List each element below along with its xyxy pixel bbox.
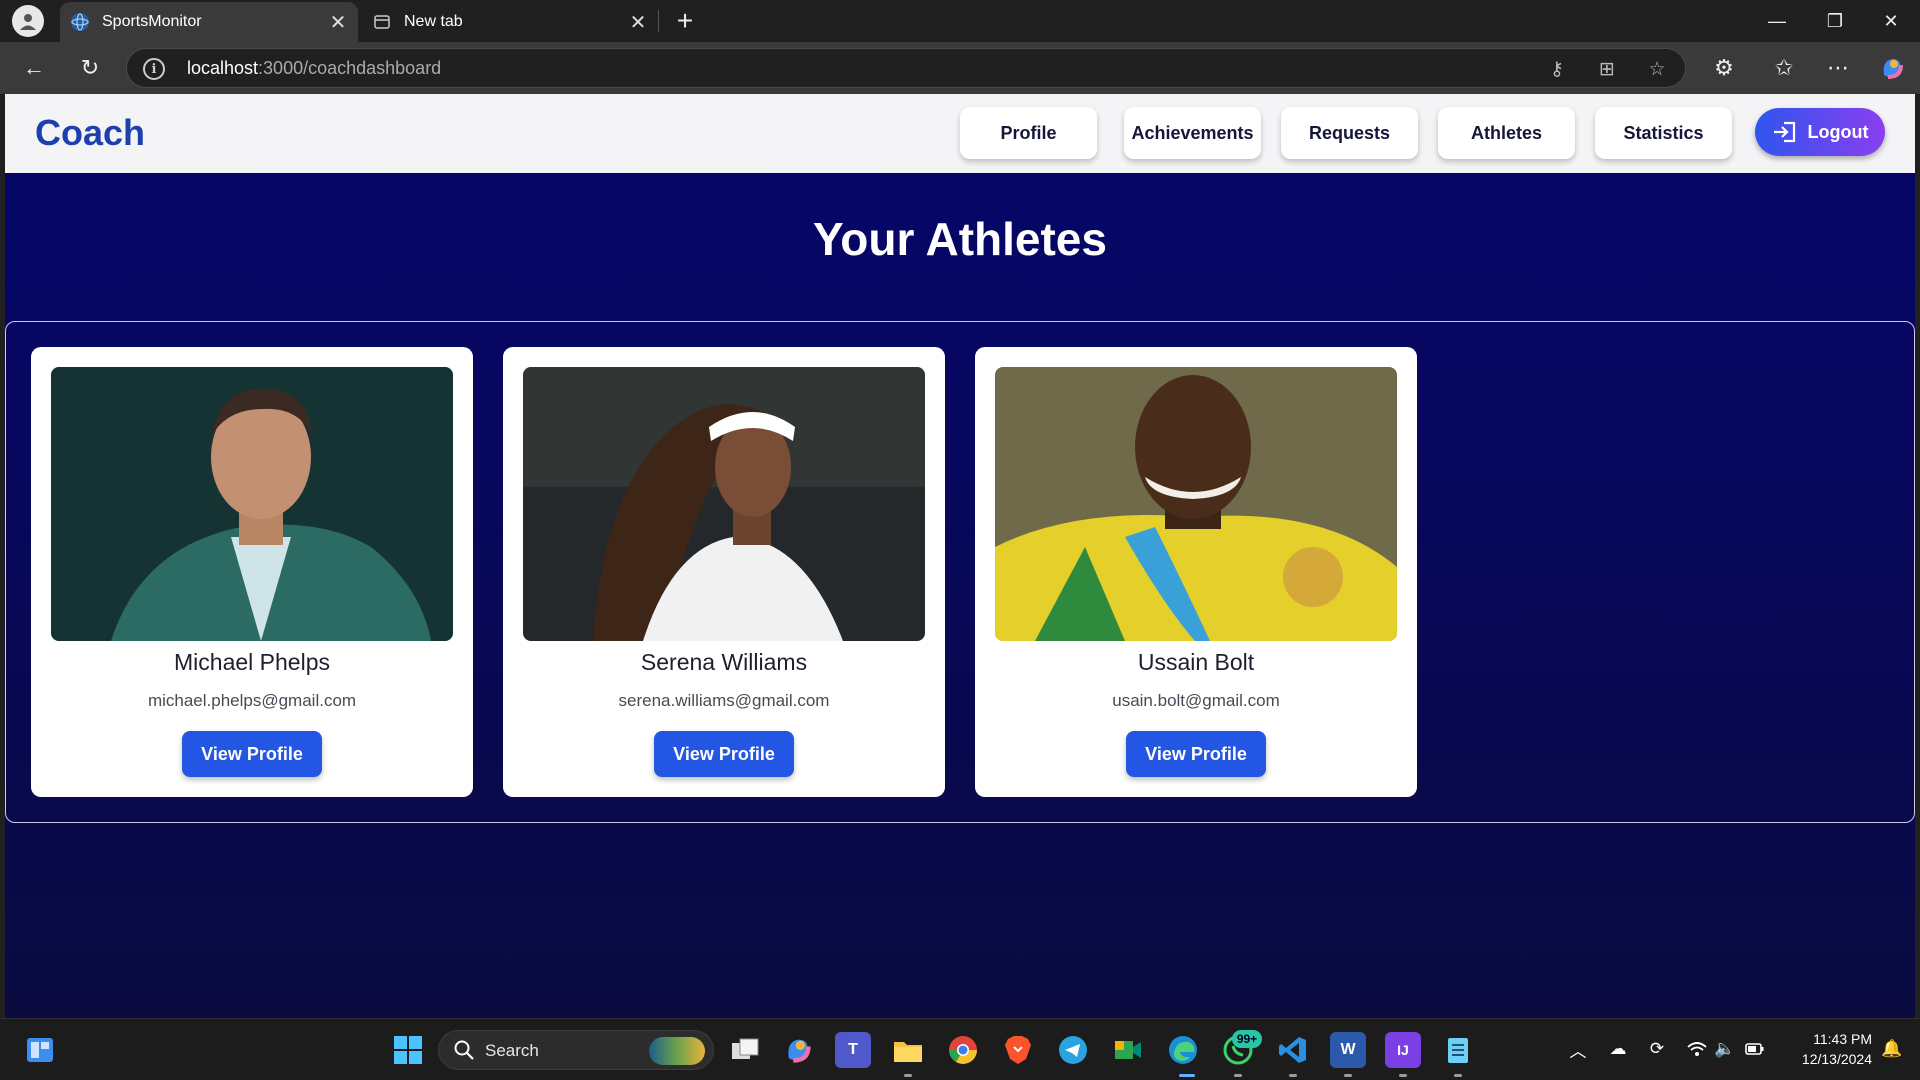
view-profile-button[interactable]: View Profile (182, 731, 322, 777)
athlete-email: usain.bolt@gmail.com (1112, 691, 1280, 710)
app-navbar: Coach Profile Achievements Requests Athl… (5, 94, 1915, 173)
athlete-email: michael.phelps@gmail.com (147, 691, 357, 710)
show-hidden-icons-chevron-icon[interactable]: ︿ (1566, 1037, 1590, 1061)
restore-icon[interactable]: ❐ (1806, 0, 1864, 42)
nav-achievements-button[interactable]: Achievements (1124, 107, 1261, 159)
athlete-name: Serena Williams (640, 649, 808, 675)
search-label: Search (485, 1041, 539, 1060)
start-windows-icon[interactable] (390, 1032, 426, 1068)
url-path: :3000/coachdashboard (258, 58, 442, 78)
notifications-bell-icon[interactable]: 🔔 (1880, 1037, 1904, 1061)
edge-icon[interactable] (1165, 1032, 1201, 1068)
sync-icon[interactable]: ⟳ (1645, 1037, 1669, 1061)
wifi-icon[interactable] (1685, 1037, 1709, 1061)
word-icon[interactable]: W (1330, 1032, 1366, 1068)
app-available-icon[interactable]: ⊞ (1593, 55, 1621, 83)
athlete-name: Ussain Bolt (1137, 649, 1255, 675)
nav-statistics-button[interactable]: Statistics (1595, 107, 1732, 159)
chrome-icon[interactable] (945, 1032, 981, 1068)
tab-new-tab[interactable]: New tab ✕ (362, 2, 658, 42)
favorite-star-icon[interactable]: ☆ (1643, 55, 1671, 83)
view-profile-button[interactable]: View Profile (654, 731, 794, 777)
athlete-photo (523, 367, 925, 641)
brand-logo[interactable]: Coach (35, 112, 145, 154)
react-favicon-icon (70, 12, 90, 32)
back-arrow-icon[interactable]: ← (16, 50, 52, 86)
battery-icon[interactable] (1743, 1037, 1767, 1061)
tab-separator (658, 10, 659, 32)
browser-toolbar: ← ↻ i localhost:3000/coachdashboard ⚷ ⊞ … (0, 42, 1920, 94)
new-tab-favicon-icon (372, 12, 392, 32)
coach-dashboard-page: Coach Profile Achievements Requests Athl… (5, 94, 1915, 1018)
tab-title: SportsMonitor (102, 13, 202, 30)
teams-icon[interactable]: T (835, 1032, 871, 1068)
extensions-icon[interactable]: ⚙ (1706, 50, 1742, 86)
browser-profile-icon[interactable] (12, 5, 44, 37)
password-key-icon[interactable]: ⚷ (1543, 55, 1571, 83)
running-indicator (1179, 1074, 1195, 1077)
athlete-email: serena.williams@gmail.com (618, 691, 830, 710)
athlete-photo (51, 367, 453, 641)
vscode-icon[interactable] (1275, 1032, 1311, 1068)
logout-label: Logout (1807, 121, 1869, 142)
athlete-photo (995, 367, 1397, 641)
view-profile-button[interactable]: View Profile (1126, 731, 1266, 777)
widgets-icon[interactable] (22, 1032, 58, 1068)
logout-button[interactable]: Logout (1755, 108, 1885, 156)
nav-requests-button[interactable]: Requests (1281, 107, 1418, 159)
copilot-taskbar-icon[interactable] (780, 1032, 816, 1068)
onedrive-icon[interactable]: ☁ (1606, 1037, 1630, 1061)
meet-icon[interactable] (1110, 1032, 1146, 1068)
whatsapp-badge: 99+ (1232, 1030, 1262, 1048)
telegram-icon[interactable] (1055, 1032, 1091, 1068)
more-menu-icon[interactable]: ⋯ (1820, 50, 1856, 86)
athlete-card: Michael Phelps michael.phelps@gmail.com … (31, 347, 473, 797)
tab-title: New tab (404, 13, 463, 30)
reload-icon[interactable]: ↻ (72, 50, 108, 86)
favorites-icon[interactable]: ✩ (1766, 50, 1802, 86)
search-icon (454, 1040, 474, 1060)
url-text[interactable]: localhost:3000/coachdashboard (187, 58, 441, 79)
logout-icon (1773, 121, 1795, 143)
browser-titlebar: SportsMonitor ✕ New tab ✕ + — ❐ ✕ (0, 0, 1920, 42)
clock-time: 11:43 PM (1813, 1031, 1872, 1047)
running-indicator (904, 1074, 912, 1077)
taskbar-search-input[interactable]: Search (438, 1030, 714, 1070)
tab-sportsmonitor[interactable]: SportsMonitor ✕ (60, 2, 358, 42)
running-indicator (1344, 1074, 1352, 1077)
running-indicator (1289, 1074, 1297, 1077)
notepad-icon[interactable] (1440, 1032, 1476, 1068)
file-explorer-icon[interactable] (890, 1032, 926, 1068)
minimize-icon[interactable]: — (1748, 0, 1806, 42)
athlete-name: Michael Phelps (174, 649, 330, 675)
url-host: localhost (187, 58, 259, 78)
address-bar[interactable]: i localhost:3000/coachdashboard ⚷ ⊞ ☆ (126, 48, 1686, 88)
close-tab-icon[interactable]: ✕ (326, 10, 350, 34)
search-highlight-icon (649, 1037, 705, 1065)
brave-icon[interactable] (1000, 1032, 1036, 1068)
system-clock[interactable]: 11:43 PM 12/13/2024 (1782, 1029, 1872, 1069)
task-view-icon[interactable] (727, 1032, 763, 1068)
nav-athletes-button[interactable]: Athletes (1438, 107, 1575, 159)
athlete-card: Ussain Bolt usain.bolt@gmail.com View Pr… (975, 347, 1417, 797)
nav-profile-button[interactable]: Profile (960, 107, 1097, 159)
close-tab-icon[interactable]: ✕ (626, 10, 650, 34)
site-info-icon[interactable]: i (143, 58, 165, 80)
running-indicator (1399, 1074, 1407, 1077)
running-indicator (1234, 1074, 1242, 1077)
intellij-icon[interactable]: IJ (1385, 1032, 1421, 1068)
athlete-card: Serena Williams serena.williams@gmail.co… (503, 347, 945, 797)
running-indicator (1454, 1074, 1462, 1077)
page-title: Your Athletes (813, 213, 1107, 265)
volume-icon[interactable]: 🔈 (1713, 1037, 1737, 1061)
clock-date: 12/13/2024 (1801, 1051, 1872, 1067)
athletes-panel: Michael Phelps michael.phelps@gmail.com … (5, 321, 1915, 823)
close-window-icon[interactable]: ✕ (1862, 0, 1920, 42)
new-tab-button[interactable]: + (670, 5, 700, 36)
copilot-icon[interactable] (1874, 50, 1910, 86)
windows-taskbar: Search T 99+ W IJ ︿ ☁ ⟳ 🔈 11:43 PM 12/13… (0, 1018, 1920, 1080)
